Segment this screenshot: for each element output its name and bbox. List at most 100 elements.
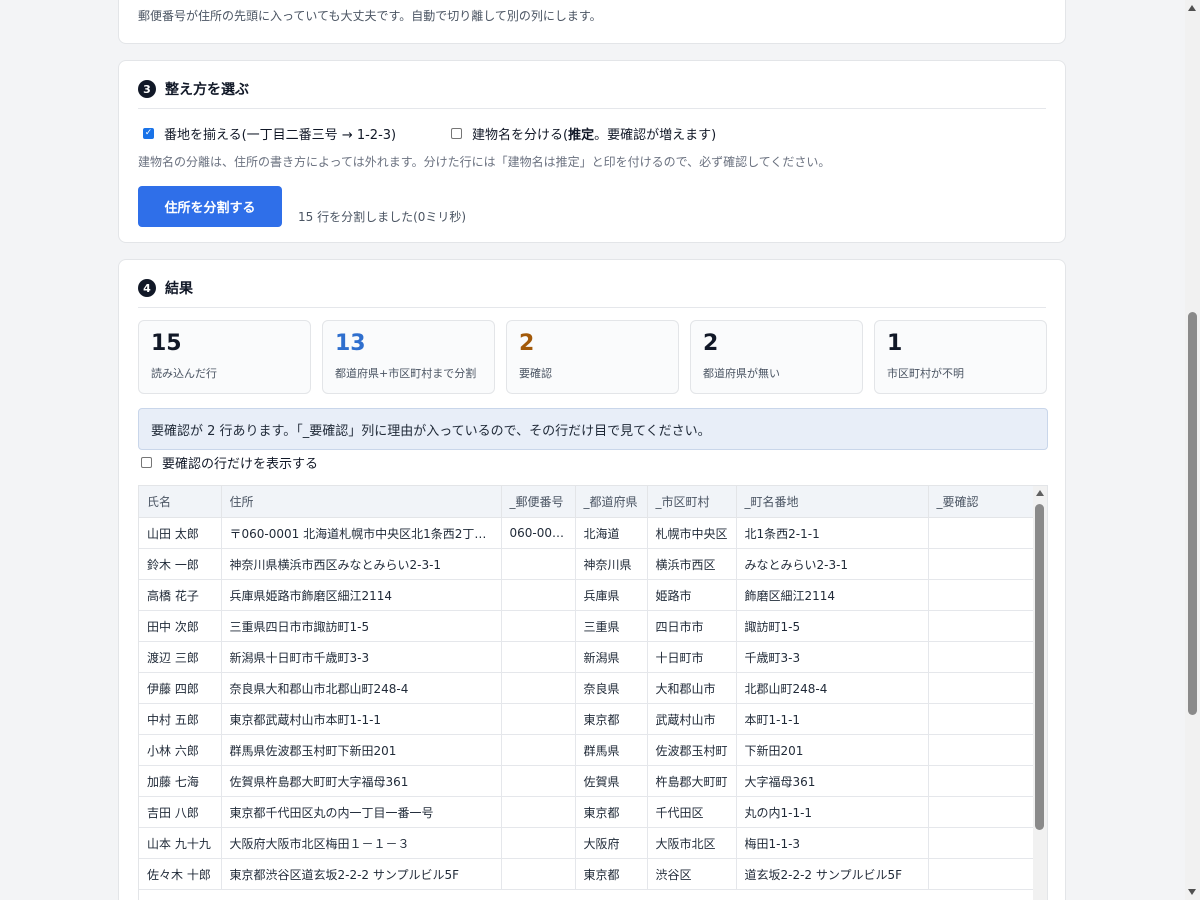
results-table-container[interactable]: 氏名 住所 _郵便番号 _都道府県 _市区町村 _町名番地 _要確認 山田 太郎… — [138, 485, 1048, 900]
stat-unknown-city: 1 市区町村が不明 — [874, 320, 1047, 394]
table-cell: 高橋 花子 — [139, 579, 222, 611]
scroll-up-arrow-icon[interactable] — [1036, 490, 1044, 496]
review-only-checkbox[interactable] — [141, 457, 152, 468]
table-cell: 群馬県 — [575, 734, 648, 766]
table-cell: 三重県 — [575, 610, 648, 642]
table-scrollbar-thumb[interactable] — [1035, 504, 1044, 830]
stat-value: 2 — [519, 331, 535, 356]
table-cell — [928, 672, 1034, 704]
table-cell: 東京都武蔵村山市本町1-1-1 — [221, 703, 502, 735]
table-cell — [928, 796, 1034, 828]
table-cell: 東京都 — [575, 796, 648, 828]
column-header[interactable]: _市区町村 — [647, 486, 737, 518]
table-cell: 新潟県十日町市千歳町3-3 — [221, 641, 502, 673]
page: 郵便番号が住所の先頭に入っていても大丈夫です。自動で切り離して別の列にします。 … — [0, 0, 1185, 900]
split-building-checkbox[interactable] — [451, 128, 462, 139]
table-cell: 大和郡山市 — [647, 672, 737, 704]
postal-code-note: 郵便番号が住所の先頭に入っていても大丈夫です。自動で切り離して別の列にします。 — [138, 9, 602, 23]
stat-value: 2 — [703, 331, 719, 356]
results-table: 氏名 住所 _郵便番号 _都道府県 _市区町村 _町名番地 _要確認 山田 太郎… — [139, 486, 1034, 890]
table-cell: 神奈川県横浜市西区みなとみらい2-3-1 — [221, 548, 502, 580]
stat-rows-split: 13 都道府県+市区町村まで分割 — [322, 320, 495, 394]
column-header[interactable]: _町名番地 — [736, 486, 929, 518]
table-cell — [928, 827, 1034, 859]
table-cell: 四日市市 — [647, 610, 737, 642]
table-row: 高橋 花子 兵庫県姫路市飾磨区細江2114 兵庫県 姫路市 飾磨区細江2114 — [139, 579, 1034, 611]
column-header[interactable]: _要確認 — [928, 486, 1034, 518]
table-cell — [501, 610, 576, 642]
table-cell: 新潟県 — [575, 641, 648, 673]
table-cell: 三重県四日市市諏訪町1-5 — [221, 610, 502, 642]
table-cell — [501, 827, 576, 859]
review-only-label: 要確認の行だけを表示する — [162, 457, 319, 472]
stat-label: 市区町村が不明 — [887, 367, 964, 380]
table-cell — [501, 734, 576, 766]
table-cell: 大阪府大阪市北区梅田１－１－３ — [221, 827, 502, 859]
divider — [138, 108, 1046, 109]
table-cell: 飾磨区細江2114 — [736, 579, 929, 611]
step-number-badge: 4 — [138, 279, 156, 297]
split-building-option[interactable]: 建物名を分ける(推定。要確認が増えます) — [451, 124, 716, 143]
normalize-banchi-checkbox[interactable]: ✓ — [143, 128, 154, 139]
split-address-button[interactable]: 住所を分割する — [138, 186, 282, 227]
table-scrollbar[interactable] — [1033, 486, 1047, 900]
table-cell: 本町1-1-1 — [736, 703, 929, 735]
page-scrollbar-thumb[interactable] — [1188, 312, 1197, 715]
stat-label: 読み込んだ行 — [151, 367, 217, 380]
table-cell — [928, 734, 1034, 766]
table-cell — [501, 796, 576, 828]
column-header[interactable]: _郵便番号 — [501, 486, 576, 518]
column-header[interactable]: 住所 — [221, 486, 502, 518]
table-row: 中村 五郎 東京都武蔵村山市本町1-1-1 東京都 武蔵村山市 本町1-1-1 — [139, 703, 1034, 735]
scroll-up-arrow-icon[interactable] — [1188, 5, 1196, 11]
review-alert: 要確認が 2 行あります。「_要確認」列に理由が入っているので、その行だけ目で見… — [138, 408, 1048, 450]
scroll-down-arrow-icon[interactable] — [1188, 889, 1196, 895]
column-header[interactable]: 氏名 — [139, 486, 222, 518]
table-cell — [928, 765, 1034, 797]
normalize-banchi-option[interactable]: ✓ 番地を揃える(一丁目二番三号 → 1-2-3) — [143, 124, 396, 143]
normalize-banchi-label: 番地を揃える(一丁目二番三号 → 1-2-3) — [164, 128, 397, 143]
table-cell — [501, 703, 576, 735]
table-cell: 大阪府 — [575, 827, 648, 859]
step3-header: 3 整え方を選ぶ — [138, 79, 249, 99]
stat-rows-read: 15 読み込んだ行 — [138, 320, 311, 394]
table-cell: 中村 五郎 — [139, 703, 222, 735]
table-cell: 諏訪町1-5 — [736, 610, 929, 642]
column-header[interactable]: _都道府県 — [575, 486, 648, 518]
table-cell — [928, 858, 1034, 890]
page-scrollbar[interactable] — [1185, 0, 1200, 900]
table-cell: 千代田区 — [647, 796, 737, 828]
divider — [138, 307, 1046, 308]
table-cell: 佐々木 十郎 — [139, 858, 222, 890]
table-cell: 東京都渋谷区道玄坂2-2-2 サンプルビル5F — [221, 858, 502, 890]
step3-card: 3 整え方を選ぶ ✓ 番地を揃える(一丁目二番三号 → 1-2-3) 建物名を分… — [118, 60, 1066, 243]
table-cell: 東京都千代田区丸の内一丁目一番一号 — [221, 796, 502, 828]
table-cell: 梅田1-1-3 — [736, 827, 929, 859]
table-cell: 奈良県 — [575, 672, 648, 704]
table-cell: 鈴木 一郎 — [139, 548, 222, 580]
stat-label: 都道府県が無い — [703, 367, 780, 380]
table-cell: 佐賀県 — [575, 765, 648, 797]
table-cell: 060-0001 — [501, 517, 576, 549]
table-cell: 東京都 — [575, 703, 648, 735]
table-row: 渡辺 三郎 新潟県十日町市千歳町3-3 新潟県 十日町市 千歳町3-3 — [139, 641, 1034, 673]
table-cell — [928, 517, 1034, 549]
table-cell: 東京都 — [575, 858, 648, 890]
table-cell: 千歳町3-3 — [736, 641, 929, 673]
table-cell — [501, 641, 576, 673]
step2-card: 郵便番号が住所の先頭に入っていても大丈夫です。自動で切り離して別の列にします。 — [118, 0, 1066, 44]
table-cell: 下新田201 — [736, 734, 929, 766]
table-cell — [501, 548, 576, 580]
stat-label: 要確認 — [519, 367, 552, 380]
table-cell — [928, 703, 1034, 735]
table-row: 田中 次郎 三重県四日市市諏訪町1-5 三重県 四日市市 諏訪町1-5 — [139, 610, 1034, 642]
review-only-filter[interactable]: 要確認の行だけを表示する — [141, 453, 318, 472]
table-cell: みなとみらい2-3-1 — [736, 548, 929, 580]
stat-value: 1 — [887, 331, 903, 356]
table-cell: 吉田 八郎 — [139, 796, 222, 828]
table-cell — [501, 579, 576, 611]
table-cell — [928, 641, 1034, 673]
step4-header: 4 結果 — [138, 278, 193, 298]
stat-needs-review: 2 要確認 — [506, 320, 679, 394]
table-cell: 山本 九十九 — [139, 827, 222, 859]
